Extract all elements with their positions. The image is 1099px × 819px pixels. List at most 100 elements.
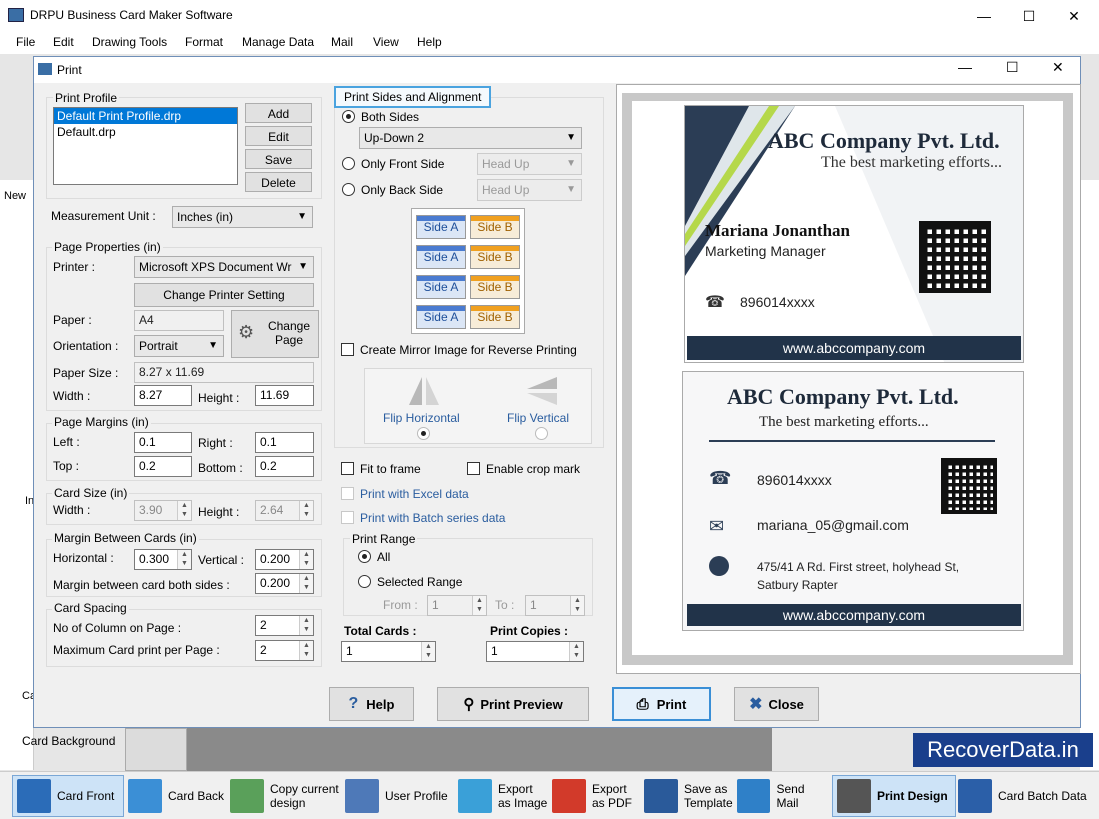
print-design-button[interactable]: Print Design <box>832 775 956 817</box>
both-sides-select[interactable]: Up-Down 2 ▼ <box>359 127 582 149</box>
print-dialog: Print — ☐ ✕ Print Profile Default Print … <box>33 56 1081 728</box>
dialog-minimize-icon[interactable]: — <box>958 59 972 75</box>
front-qr-code <box>919 221 991 293</box>
add-profile-button[interactable]: Add <box>245 103 312 123</box>
right-margin-field[interactable]: 0.1 <box>255 432 314 453</box>
range-selected-radio[interactable] <box>358 575 371 588</box>
back-email: mariana_05@gmail.com <box>757 517 909 533</box>
columns-field[interactable]: 2 ▲ ▼ <box>255 615 314 636</box>
card-batch-button[interactable]: Card Batch Data <box>958 775 1092 817</box>
card-width-value: 3.90 <box>139 503 163 517</box>
left-margin-field[interactable]: 0.1 <box>134 432 192 453</box>
list-item[interactable]: Default Print Profile.drp <box>54 108 237 124</box>
menu-file[interactable]: File <box>16 35 35 49</box>
back-divider <box>709 440 995 442</box>
back-address-line1: 475/41 A Rd. First street, holyhead St, <box>757 560 960 574</box>
page-width-field[interactable]: 8.27 <box>134 385 192 406</box>
range-to-field: 1 ▲ ▼ <box>525 595 585 616</box>
dialog-close-icon[interactable]: ✕ <box>1052 59 1064 76</box>
right-scrollbar[interactable] <box>1080 180 1099 770</box>
help-button[interactable]: ? Help <box>329 687 414 721</box>
send-mail-button[interactable]: Send Mail <box>737 775 829 817</box>
dialog-icon <box>38 63 52 75</box>
menu-help[interactable]: Help <box>417 35 442 49</box>
spinner-icon[interactable]: ▲ ▼ <box>569 642 583 661</box>
horizontal-margin-field[interactable]: 0.300 ▲ ▼ <box>134 549 192 570</box>
help-label: Help <box>366 696 395 712</box>
save-profile-button[interactable]: Save <box>245 149 312 169</box>
spinner-icon[interactable]: ▲ ▼ <box>299 641 313 660</box>
printer-icon: ⎙ <box>636 695 649 713</box>
menu-view[interactable]: View <box>373 35 399 49</box>
range-from-label: From : <box>383 598 418 612</box>
spinner-icon[interactable]: ▲ ▼ <box>177 550 191 569</box>
profile-list[interactable]: Default Print Profile.drp Default.drp <box>53 107 238 185</box>
menu-format[interactable]: Format <box>185 35 223 49</box>
top-margin-label: Top : <box>53 459 80 473</box>
front-person-name: Mariana Jonanthan <box>705 221 850 240</box>
close-button[interactable]: ✖ Close <box>734 687 819 721</box>
print-button[interactable]: ⎙ Print <box>612 687 711 721</box>
spinner-icon: ▲ ▼ <box>299 501 313 520</box>
range-all-radio[interactable] <box>358 550 371 563</box>
max-cards-field[interactable]: 2 ▲ ▼ <box>255 640 314 661</box>
printer-select[interactable]: Microsoft XPS Document Wr ▼ <box>134 256 314 278</box>
user-profile-button[interactable]: User Profile <box>345 775 451 817</box>
fit-to-frame-checkbox[interactable] <box>341 462 354 475</box>
bottom-margin-field[interactable]: 0.2 <box>255 456 314 477</box>
edit-profile-button[interactable]: Edit <box>245 126 312 146</box>
app-icon <box>8 8 24 22</box>
spinner-icon[interactable]: ▲ ▼ <box>299 574 313 593</box>
export-image-icon <box>458 779 492 813</box>
print-copies-field[interactable]: 1 ▲ ▼ <box>486 641 584 662</box>
width-label: Width : <box>53 389 91 403</box>
close-icon[interactable]: ✕ <box>1054 4 1094 28</box>
crop-mark-checkbox[interactable] <box>467 462 480 475</box>
page-height-field[interactable]: 11.69 <box>255 385 314 406</box>
export-pdf-button[interactable]: Export as PDF <box>552 775 642 817</box>
menu-manage-data[interactable]: Manage Data <box>242 35 314 49</box>
card-front-button[interactable]: Card Front <box>12 775 124 817</box>
phone-icon: ☎ <box>705 294 725 311</box>
vertical-margin-field[interactable]: 0.200 ▲ ▼ <box>255 549 314 570</box>
chevron-down-icon: ▼ <box>298 261 308 272</box>
save-template-icon <box>644 779 678 813</box>
new-button[interactable]: New <box>4 190 26 202</box>
measurement-unit-value: Inches (in) <box>177 210 234 224</box>
card-back-button[interactable]: Card Back <box>128 775 226 817</box>
dialog-titlebar: Print — ☐ ✕ <box>34 57 1080 83</box>
change-printer-button[interactable]: Change Printer Setting <box>134 283 314 307</box>
both-sides-margin-field[interactable]: 0.200 ▲ ▼ <box>255 573 314 594</box>
maximize-icon[interactable]: ☐ <box>1009 4 1049 28</box>
menu-edit[interactable]: Edit <box>53 35 74 49</box>
save-template-button[interactable]: Save as Template <box>644 775 734 817</box>
back-side-radio[interactable] <box>342 183 355 196</box>
menu-drawing-tools[interactable]: Drawing Tools <box>92 35 167 49</box>
card-height-value: 2.64 <box>260 503 284 517</box>
spinner-icon[interactable]: ▲ ▼ <box>421 642 435 661</box>
spinner-icon[interactable]: ▲ ▼ <box>299 550 313 569</box>
measurement-unit-select[interactable]: Inches (in) ▼ <box>172 206 313 228</box>
minimize-icon[interactable]: — <box>964 4 1004 28</box>
change-page-button[interactable]: ⚙ Change Page <box>231 310 319 358</box>
delete-profile-button[interactable]: Delete <box>245 172 312 192</box>
top-margin-field[interactable]: 0.2 <box>134 456 192 477</box>
card-spacing-legend: Card Spacing <box>52 601 129 615</box>
front-side-radio[interactable] <box>342 157 355 170</box>
export-image-button[interactable]: Export as Image <box>458 775 550 817</box>
mail-icon: ✉ <box>709 516 725 536</box>
card-batch-label: Card Batch Data <box>998 789 1087 803</box>
print-preview-button[interactable]: ⚲ Print Preview <box>437 687 589 721</box>
dialog-maximize-icon[interactable]: ☐ <box>1006 59 1019 76</box>
copy-design-button[interactable]: Copy current design <box>230 775 342 817</box>
orientation-select[interactable]: Portrait ▼ <box>134 335 224 357</box>
card-background-label[interactable]: Card Background <box>22 734 115 748</box>
list-item[interactable]: Default.drp <box>54 124 237 140</box>
mirror-checkbox[interactable] <box>341 343 354 356</box>
bottom-toolbar: Card Front Card Back Copy current design… <box>0 771 1099 819</box>
spinner-icon[interactable]: ▲ ▼ <box>299 616 313 635</box>
total-cards-field[interactable]: 1 ▲ ▼ <box>341 641 436 662</box>
menu-mail[interactable]: Mail <box>331 35 353 49</box>
both-sides-margin-label: Margin between card both sides : <box>53 578 230 592</box>
both-sides-radio[interactable] <box>342 110 355 123</box>
